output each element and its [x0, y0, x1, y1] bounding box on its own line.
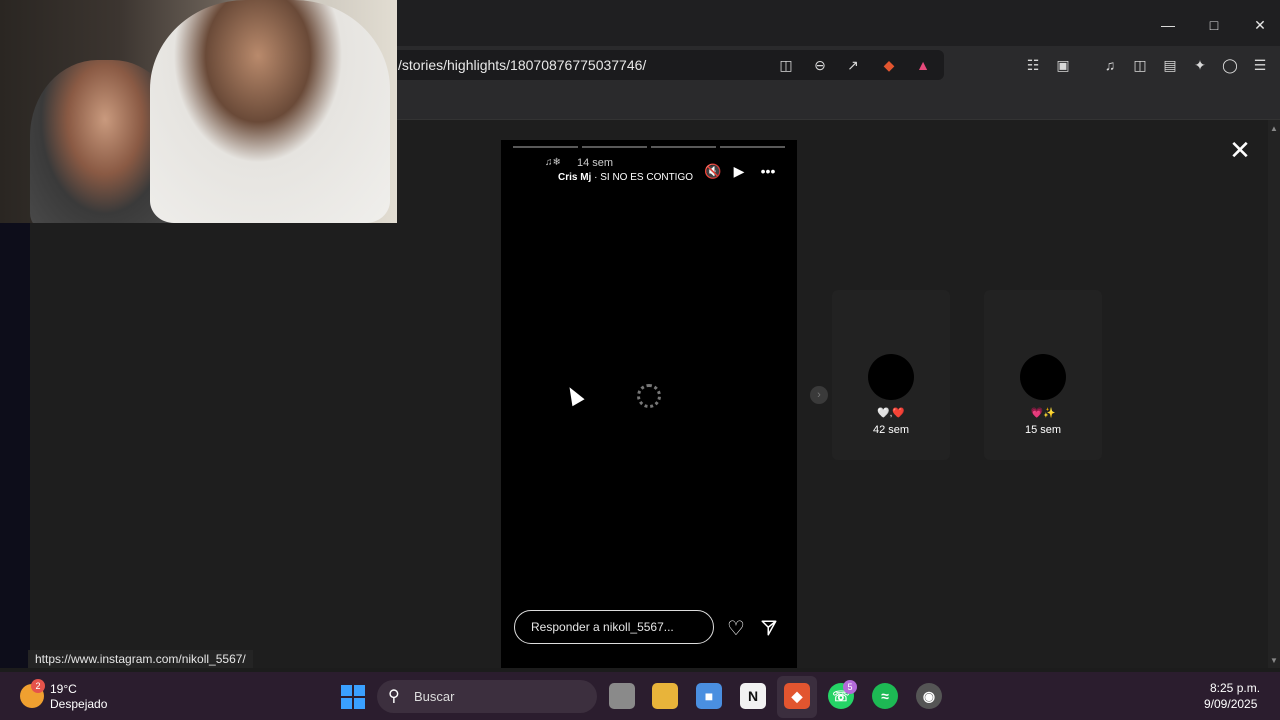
scroll-down-icon[interactable]: ▼	[1268, 655, 1280, 667]
weather-badge: 2	[31, 679, 45, 693]
sidebar-icon[interactable]: ◫	[1130, 55, 1150, 75]
story-viewer[interactable]: ♫❄ 14 sem Cris Mj · SI NO ES CONTIGO 🔇 ▶…	[501, 140, 797, 668]
cast-icon[interactable]: ◫	[776, 55, 796, 75]
highlight-emoji: 💗✨	[1030, 408, 1056, 419]
scroll-up-icon[interactable]: ▲	[1268, 123, 1280, 135]
search-label[interactable]: Buscar	[414, 689, 454, 704]
webcam-person-right	[150, 0, 390, 223]
status-url-tooltip: https://www.instagram.com/nikoll_5567/	[28, 650, 253, 668]
highlight-avatar	[868, 354, 914, 400]
brave-browser-icon[interactable]: ◆	[784, 683, 810, 709]
brave-rewards-icon[interactable]: ▲	[913, 55, 933, 75]
menu-icon[interactable]: ☰	[1250, 55, 1270, 75]
story-time: 14 sem	[577, 157, 614, 169]
webcam-overlay	[0, 0, 397, 223]
wallet-icon[interactable]: ▤	[1160, 55, 1180, 75]
story-username[interactable]: Cris Mj	[558, 172, 591, 183]
tab-search-icon[interactable]: ▣	[1053, 55, 1073, 75]
weather-temperature[interactable]: 19°C	[50, 682, 77, 696]
taskbar	[0, 672, 1280, 720]
minimize-icon[interactable]: —	[1153, 12, 1183, 38]
media-music-icon[interactable]: ♫	[1100, 55, 1120, 75]
highlight-emoji: 🤍,❤️	[877, 408, 905, 419]
url-text[interactable]: /stories/highlights/18070876775037746/	[398, 57, 646, 73]
mute-icon[interactable]: 🔇	[702, 161, 724, 181]
share-icon[interactable]: ↗	[843, 55, 863, 75]
maximize-icon[interactable]: □	[1199, 12, 1229, 38]
start-windows-icon[interactable]	[341, 685, 365, 709]
story-song: · SI NO ES CONTIGO	[591, 172, 694, 183]
like-heart-icon[interactable]: ♡	[724, 616, 748, 640]
highlight-card[interactable]: 🤍,❤️ 42 sem	[832, 290, 950, 460]
play-icon[interactable]: ▶	[728, 161, 750, 181]
reply-input[interactable]: Responder a nikoll_5567...	[514, 610, 714, 644]
music-snowflake-icon: ♫❄	[545, 157, 561, 168]
file-explorer-icon[interactable]	[652, 683, 678, 709]
microsoft-store-icon[interactable]: ■	[696, 683, 722, 709]
close-window-icon[interactable]: ✕	[1245, 12, 1275, 38]
spotify-icon[interactable]: ≈	[872, 683, 898, 709]
highlight-time: 42 sem	[872, 424, 910, 436]
vpn-shield-icon[interactable]: ◯	[1220, 55, 1240, 75]
clock-time[interactable]: 8:25 p.m.	[1210, 681, 1260, 695]
brave-shields-icon[interactable]: ◆	[879, 55, 899, 75]
search-icon: ⚲	[388, 688, 400, 705]
extensions-icon[interactable]: ☷	[1023, 55, 1043, 75]
story-music-info[interactable]: Cris Mj · SI NO ES CONTIGO	[558, 172, 693, 183]
screen: — □ ✕ /stories/highlights/18070876775037…	[0, 0, 1280, 720]
zoom-out-icon[interactable]: ⊖	[810, 55, 830, 75]
whatsapp-badge: 5	[843, 680, 857, 694]
obs-icon[interactable]: ◉	[916, 683, 942, 709]
highlight-card[interactable]: 💗✨ 15 sem	[984, 290, 1102, 460]
story-progress	[513, 146, 785, 148]
scrollbar[interactable]	[1268, 120, 1280, 668]
notion-icon[interactable]: N	[740, 683, 766, 709]
loading-spinner-icon	[637, 384, 661, 408]
weather-condition[interactable]: Despejado	[50, 697, 107, 711]
task-view-icon[interactable]	[609, 683, 635, 709]
more-options-icon[interactable]: •••	[757, 161, 779, 181]
highlight-avatar	[1020, 354, 1066, 400]
highlight-time: 15 sem	[1024, 424, 1062, 436]
taskbar-search[interactable]	[377, 680, 597, 713]
next-story-icon[interactable]: ›	[810, 386, 828, 404]
leo-ai-icon[interactable]: ✦	[1190, 55, 1210, 75]
close-story-icon[interactable]: ✕	[1226, 135, 1254, 165]
clock-date[interactable]: 9/09/2025	[1204, 697, 1257, 711]
send-icon[interactable]	[757, 616, 781, 640]
